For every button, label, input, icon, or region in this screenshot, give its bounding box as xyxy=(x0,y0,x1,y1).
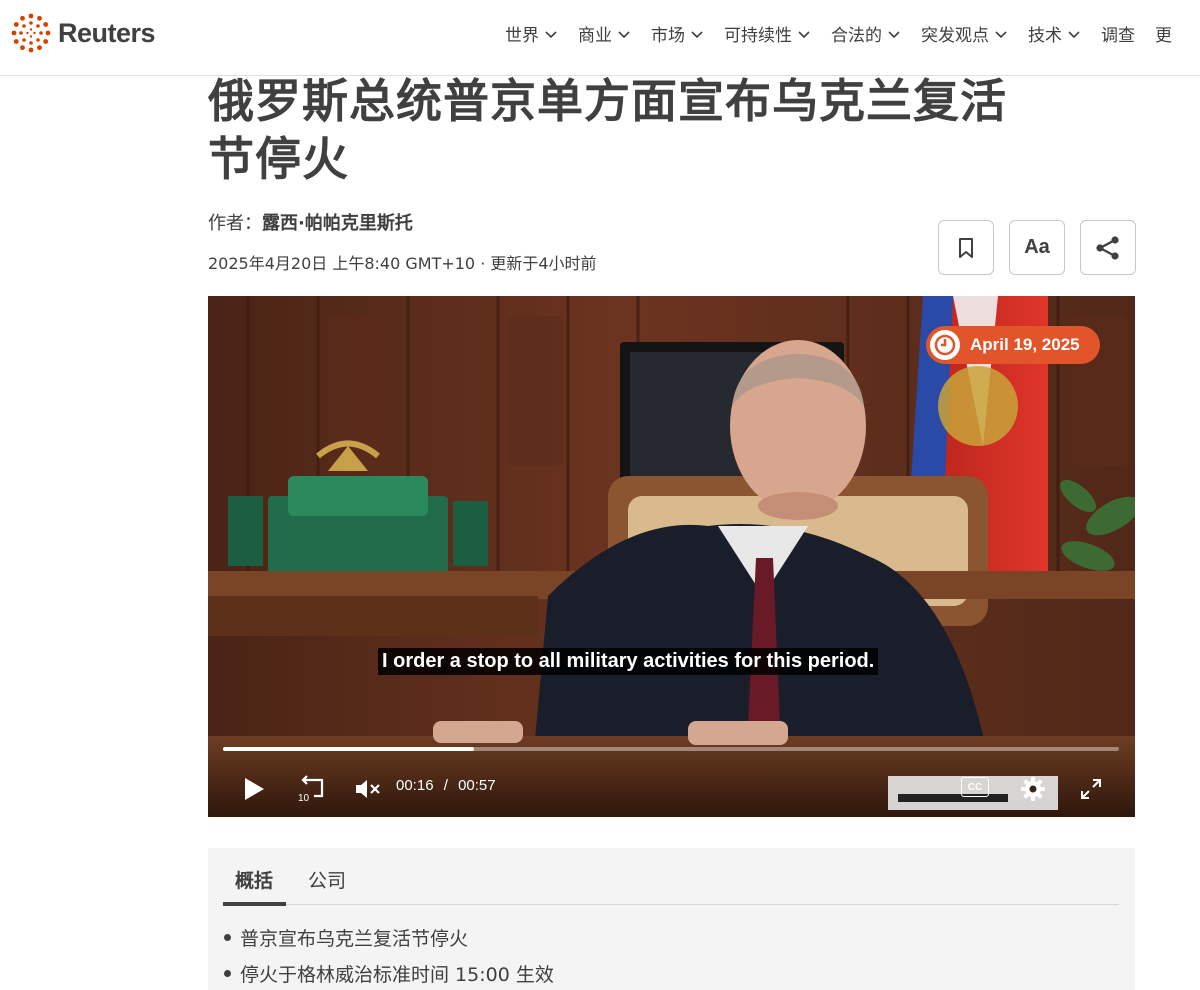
nav-item-label: 合法的 xyxy=(831,26,882,46)
summary-bullet-text: 停火于格林威治标准时间 15:00 生效 xyxy=(240,964,554,986)
summary-bullet: 普京宣布乌克兰复活节停火 xyxy=(224,924,468,951)
site-header: Reuters 世界 商业 市场 可持续性 合法的 突发观点 技术 调查 更 xyxy=(0,0,1200,76)
reuters-logo-icon xyxy=(11,13,51,53)
nav-item-sustainability[interactable]: 可持续性 xyxy=(724,21,811,46)
video-controls: 10 00:16 / 00:57 CC xyxy=(208,766,1135,810)
chevron-down-icon xyxy=(798,30,810,38)
brand-name: Reuters xyxy=(58,17,156,48)
dateline: 2025年4月20日 上午8:40 GMT+10 · 更新于4小时前 xyxy=(208,254,597,273)
play-icon xyxy=(245,778,264,800)
video-player[interactable]: April 19, 2025 I order a stop to all mil… xyxy=(208,296,1135,817)
bookmark-button[interactable] xyxy=(938,220,994,275)
video-frame xyxy=(208,296,1135,817)
video-date-text: April 19, 2025 xyxy=(970,335,1080,354)
chevron-down-icon xyxy=(545,30,557,38)
nav-item-label: 市场 xyxy=(651,26,685,46)
summary-panel: 概括 公司 普京宣布乌克兰复活节停火 停火于格林威治标准时间 15:00 生效 xyxy=(208,848,1135,990)
settings-button[interactable] xyxy=(1016,772,1050,806)
video-progress-bar[interactable] xyxy=(223,747,1119,751)
chevron-down-icon xyxy=(995,30,1007,38)
cc-button[interactable]: CC xyxy=(961,777,989,797)
nav-item-label: 更 xyxy=(1155,26,1172,46)
current-time: 00:16 xyxy=(396,777,434,794)
nav-item-label: 世界 xyxy=(505,26,539,46)
nav-item-business[interactable]: 商业 xyxy=(578,21,631,46)
nav-item-breakingviews[interactable]: 突发观点 xyxy=(921,21,1008,46)
share-button[interactable] xyxy=(1080,220,1136,275)
bullet-dot xyxy=(224,934,231,941)
nav-item-more[interactable]: 更 xyxy=(1155,21,1172,46)
nav-item-label: 商业 xyxy=(578,26,612,46)
tab-summary[interactable]: 概括 xyxy=(235,866,273,893)
nav-item-label: 可持续性 xyxy=(724,26,792,46)
share-icon xyxy=(1096,235,1119,260)
nav-item-label: 调查 xyxy=(1101,26,1135,46)
replay-10-button[interactable]: 10 xyxy=(294,772,328,806)
nav-item-investigations[interactable]: 调查 xyxy=(1101,21,1135,46)
bullet-dot xyxy=(224,970,231,977)
mute-icon xyxy=(356,780,380,798)
headline-line-2: 节停火 xyxy=(208,132,349,186)
reuters-logo[interactable]: Reuters xyxy=(10,12,156,54)
replay-seconds: 10 xyxy=(298,793,310,804)
play-button[interactable] xyxy=(238,774,270,804)
fullscreen-icon xyxy=(1081,779,1101,799)
fullscreen-button[interactable] xyxy=(1074,772,1108,806)
article-headline: 俄罗斯总统普京单方面宣布乌克兰复活 节停火 xyxy=(208,72,1128,188)
summary-bullet: 停火于格林威治标准时间 15:00 生效 xyxy=(224,960,554,987)
replay-10-icon: 10 xyxy=(298,775,324,804)
clock-icon xyxy=(930,330,960,360)
mute-button[interactable] xyxy=(352,773,384,805)
nav-item-label: 技术 xyxy=(1028,26,1062,46)
chevron-down-icon xyxy=(888,30,900,38)
nav-item-world[interactable]: 世界 xyxy=(505,21,558,46)
video-progress-fill xyxy=(223,747,474,751)
nav-item-markets[interactable]: 市场 xyxy=(651,21,704,46)
active-tab-indicator xyxy=(223,902,286,906)
bookmark-icon xyxy=(959,237,973,258)
video-caption: I order a stop to all military activitie… xyxy=(378,648,879,675)
byline: 作者：露西·帕帕克里斯托 xyxy=(208,209,413,235)
author-link[interactable]: 露西·帕帕克里斯托 xyxy=(262,213,413,234)
byline-prefix: 作者： xyxy=(208,213,262,234)
chevron-down-icon xyxy=(618,30,630,38)
video-time-display: 00:16 / 00:57 xyxy=(396,777,496,794)
text-size-button[interactable]: Aa xyxy=(1009,220,1065,275)
nav-item-legal[interactable]: 合法的 xyxy=(831,21,901,46)
chevron-down-icon xyxy=(691,30,703,38)
settings-icon xyxy=(1021,777,1045,801)
duration: 00:57 xyxy=(458,777,496,794)
nav-item-label: 突发观点 xyxy=(921,26,989,46)
nav-item-technology[interactable]: 技术 xyxy=(1028,21,1081,46)
headline-line-1: 俄罗斯总统普京单方面宣布乌克兰复活 xyxy=(208,74,1007,128)
time-separator: / xyxy=(443,777,448,794)
tab-companies[interactable]: 公司 xyxy=(308,866,346,893)
summary-tabs: 概括 公司 xyxy=(223,848,1119,905)
main-nav: 世界 商业 市场 可持续性 合法的 突发观点 技术 调查 更 xyxy=(505,21,1192,46)
summary-bullet-text: 普京宣布乌克兰复活节停火 xyxy=(240,928,469,950)
chevron-down-icon xyxy=(1068,30,1080,38)
video-date-badge: April 19, 2025 xyxy=(926,326,1100,364)
